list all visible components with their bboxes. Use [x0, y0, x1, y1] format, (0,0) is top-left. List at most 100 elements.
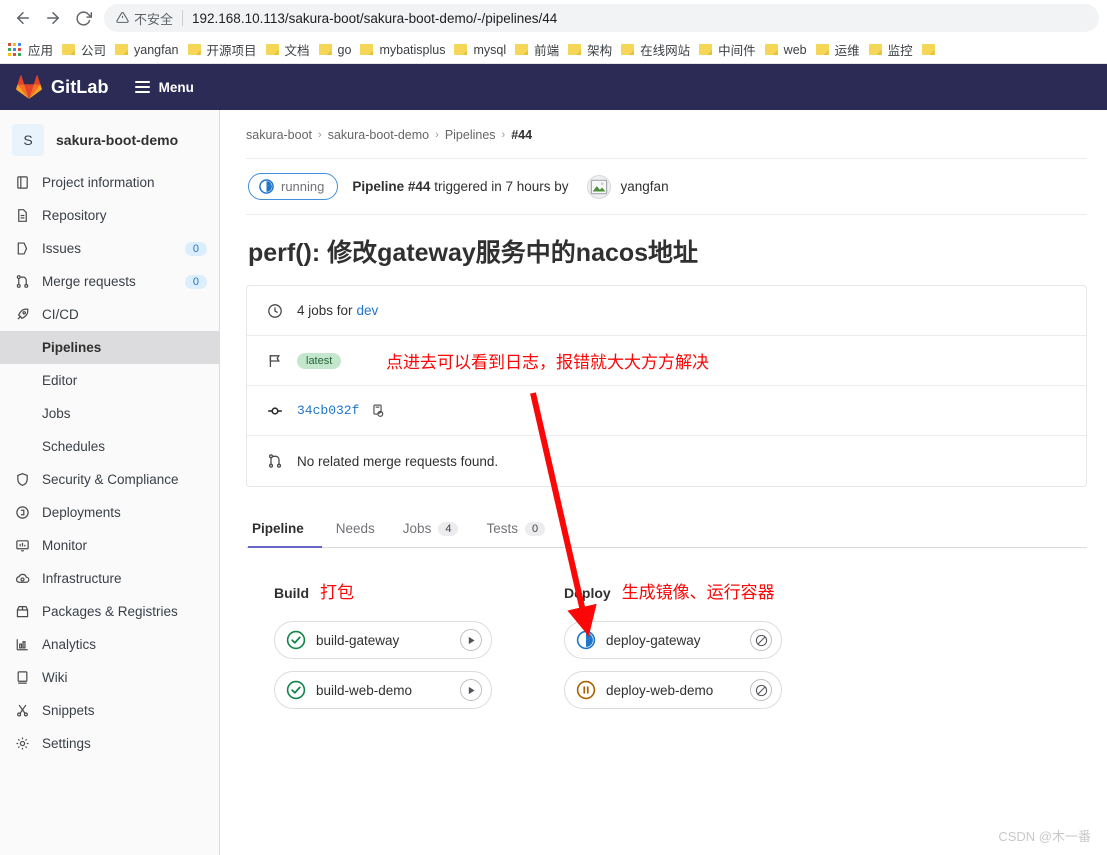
sidebar-item-editor[interactable]: Editor [0, 364, 219, 397]
issues-icon [14, 241, 30, 257]
cancel-icon[interactable] [750, 629, 772, 651]
sidebar-item-security-compliance[interactable]: Security & Compliance [0, 463, 219, 496]
bookmark-opensource[interactable]: 开源项目 [186, 40, 264, 59]
bookmark-label: 监控 [887, 44, 913, 58]
bookmarks-bar: 应用 公司 yangfan 开源项目 文档 go mybatisplus mys… [0, 36, 1107, 64]
cancel-icon[interactable] [750, 679, 772, 701]
folder-icon [115, 44, 129, 55]
address-bar[interactable]: 不安全 192.168.10.113/sakura-boot/sakura-bo… [104, 4, 1099, 32]
jobs-ref-link[interactable]: dev [357, 303, 379, 318]
pipeline-stage-deploy: Deploy 生成镜像、运行容器 deploy-gateway deploy-w… [536, 578, 826, 721]
commit-sha-link[interactable]: 34cb032f [297, 403, 359, 418]
sidebar-item-jobs[interactable]: Jobs [0, 397, 219, 430]
merge-requests-empty-text: No related merge requests found. [297, 453, 499, 469]
pipeline-stage-build: Build 打包 build-gateway build-web-demo [246, 578, 536, 721]
issues-count-badge: 0 [184, 241, 207, 256]
breadcrumb-separator: › [435, 129, 439, 141]
sidebar-item-deployments[interactable]: Deployments [0, 496, 219, 529]
url-text: 192.168.10.113/sakura-boot/sakura-boot-d… [192, 10, 558, 26]
bookmark-label: web [783, 42, 807, 57]
sidebar-project-header[interactable]: S sakura-boot-demo [0, 118, 219, 166]
merge-request-icon [267, 453, 283, 469]
tab-needs[interactable]: Needs [322, 513, 389, 548]
main-content: sakura-boot › sakura-boot-demo › Pipelin… [220, 110, 1107, 855]
status-badge[interactable]: running [248, 173, 339, 200]
sidebar-item-packages-registries[interactable]: Packages & Registries [0, 595, 219, 628]
sidebar-item-repository[interactable]: Repository [0, 199, 219, 232]
stage-title-build: Build 打包 [274, 578, 536, 603]
bookmark-online-sites[interactable]: 在线网站 [619, 40, 697, 59]
browser-chrome: 不安全 192.168.10.113/sakura-boot/sakura-bo… [0, 0, 1107, 64]
job-card-deploy-web-demo[interactable]: deploy-web-demo [564, 671, 782, 709]
bookmark-middleware[interactable]: 中间件 [697, 40, 763, 59]
bookmark-monitoring[interactable]: 监控 [867, 40, 920, 59]
gitlab-tanuki-icon[interactable] [16, 74, 42, 100]
sidebar-subitem-label: Schedules [42, 439, 106, 454]
bookmark-overflow[interactable] [920, 44, 948, 55]
job-card-deploy-gateway[interactable]: deploy-gateway [564, 621, 782, 659]
rocket-icon [14, 307, 30, 323]
folder-icon [360, 44, 374, 55]
sidebar-item-issues[interactable]: Issues 0 [0, 232, 219, 265]
sidebar-item-snippets[interactable]: Snippets [0, 694, 219, 727]
deployments-icon [14, 505, 30, 521]
copy-clipboard-icon[interactable] [369, 403, 385, 419]
breadcrumb-item-project[interactable]: sakura-boot-demo [328, 128, 429, 142]
sidebar-item-infrastructure[interactable]: Infrastructure [0, 562, 219, 595]
sidebar-item-project-information[interactable]: Project information [0, 166, 219, 199]
job-card-build-web-demo[interactable]: build-web-demo [274, 671, 492, 709]
bookmark-apps[interactable]: 应用 [6, 40, 60, 59]
broken-image-icon [586, 174, 611, 199]
sidebar-item-schedules[interactable]: Schedules [0, 430, 219, 463]
reload-button[interactable] [68, 3, 98, 33]
bookmark-docs[interactable]: 文档 [264, 40, 317, 59]
menu-button[interactable]: Menu [134, 80, 194, 95]
bookmark-web[interactable]: web [763, 43, 814, 57]
folder-icon [265, 44, 279, 55]
commit-row: 34cb032f [247, 386, 1086, 436]
job-card-build-gateway[interactable]: build-gateway [274, 621, 492, 659]
sidebar-item-label: Project information [42, 175, 155, 190]
bookmark-ops[interactable]: 运维 [814, 40, 867, 59]
sidebar-item-settings[interactable]: Settings [0, 727, 219, 760]
tab-label: Pipeline [252, 521, 304, 536]
bookmark-label: 运维 [834, 44, 860, 58]
latest-tag-badge[interactable]: latest [297, 352, 342, 369]
pipeline-status-row: running Pipeline #44 triggered in 7 hour… [246, 159, 1087, 214]
breadcrumb: sakura-boot › sakura-boot-demo › Pipelin… [246, 110, 1087, 158]
sidebar-item-merge-requests[interactable]: Merge requests 0 [0, 265, 219, 298]
breadcrumb-item-pipelines[interactable]: Pipelines [445, 128, 496, 142]
bookmark-go[interactable]: go [317, 43, 359, 57]
folder-icon [568, 44, 582, 55]
bookmark-architecture[interactable]: 架构 [566, 40, 619, 59]
watermark: CSDN @木一番 [998, 829, 1091, 844]
tab-tests[interactable]: Tests 0 [472, 513, 559, 548]
bookmark-yangfan[interactable]: yangfan [113, 43, 185, 57]
forward-button[interactable] [38, 3, 68, 33]
bookmark-label: mybatisplus [379, 42, 446, 57]
bookmark-label: 中间件 [718, 44, 756, 58]
sidebar-item-monitor[interactable]: Monitor [0, 529, 219, 562]
jobs-summary-row: 4 jobs for dev [247, 286, 1086, 336]
back-button[interactable] [8, 3, 38, 33]
tab-pipeline[interactable]: Pipeline [248, 513, 322, 548]
sidebar-item-pipelines[interactable]: Pipelines [0, 331, 219, 364]
wiki-book-icon [14, 670, 30, 686]
pipeline-author[interactable]: yangfan [586, 174, 669, 199]
sidebar-item-wiki[interactable]: Wiki [0, 661, 219, 694]
shield-icon [14, 472, 30, 488]
folder-icon [699, 44, 713, 55]
sidebar-item-analytics[interactable]: Analytics [0, 628, 219, 661]
sidebar-item-cicd[interactable]: CI/CD [0, 298, 219, 331]
bookmark-gongsi[interactable]: 公司 [60, 40, 113, 59]
breadcrumb-item-group[interactable]: sakura-boot [246, 128, 312, 142]
play-icon[interactable] [460, 679, 482, 701]
bookmark-mysql[interactable]: mysql [452, 43, 513, 57]
bookmark-frontend[interactable]: 前端 [513, 40, 566, 59]
play-icon[interactable] [460, 629, 482, 651]
tab-label: Jobs [402, 521, 432, 536]
tab-jobs[interactable]: Jobs 4 [389, 513, 473, 548]
job-name: deploy-web-demo [606, 682, 714, 698]
hamburger-icon [134, 81, 150, 93]
bookmark-mybatisplus[interactable]: mybatisplus [358, 43, 452, 57]
